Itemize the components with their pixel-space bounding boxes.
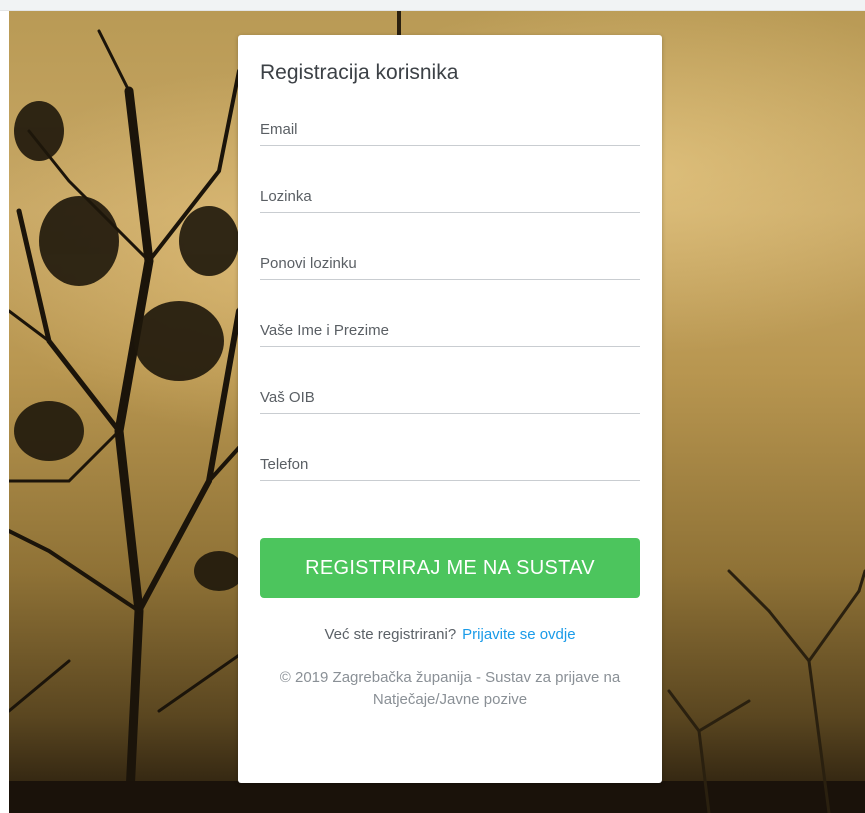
phone-field[interactable] bbox=[260, 450, 640, 478]
oib-field-wrapper bbox=[260, 383, 640, 414]
already-registered-text: Već ste registrirani? bbox=[324, 626, 457, 643]
register-button[interactable]: REGISTRIRAJ ME NA SUSTAV bbox=[260, 538, 640, 598]
copyright-text: © 2019 Zagrebačka županija - Sustav za p… bbox=[279, 669, 621, 708]
repeat-password-field-wrapper bbox=[260, 249, 640, 280]
repeat-password-field[interactable] bbox=[260, 249, 640, 277]
password-field-wrapper bbox=[260, 182, 640, 213]
page-left-edge bbox=[0, 11, 9, 813]
phone-field-wrapper bbox=[260, 450, 640, 481]
full-name-field-wrapper bbox=[260, 316, 640, 347]
browser-top-strip bbox=[0, 0, 865, 11]
form-title: Registracija korisnika bbox=[260, 61, 459, 84]
login-link[interactable]: Prijavite se ovdje bbox=[462, 626, 575, 643]
email-field[interactable] bbox=[260, 115, 640, 143]
full-name-field[interactable] bbox=[260, 316, 640, 344]
email-field-wrapper bbox=[260, 115, 640, 146]
password-field[interactable] bbox=[260, 182, 640, 210]
oib-field[interactable] bbox=[260, 383, 640, 411]
registration-card: Registracija korisnika REGISTRIRAJ ME NA… bbox=[238, 35, 662, 783]
login-prompt: Već ste registrirani? Prijavite se ovdje bbox=[238, 626, 662, 643]
